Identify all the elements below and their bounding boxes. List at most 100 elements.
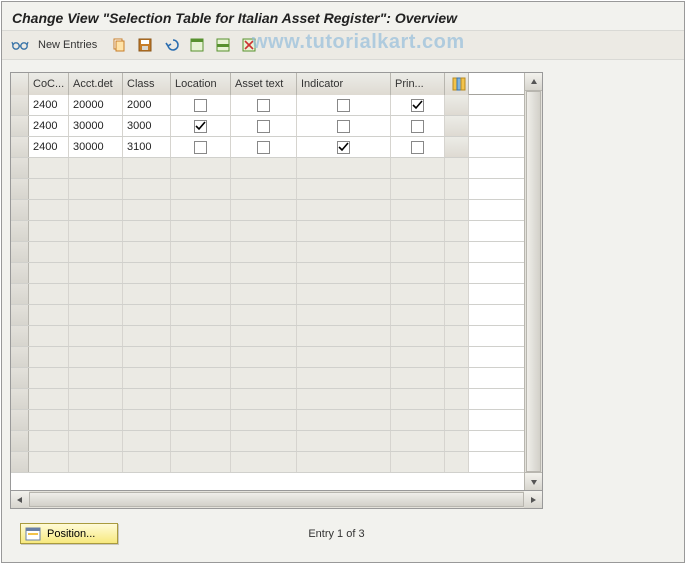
checkbox[interactable]	[257, 141, 270, 154]
table-row-empty	[11, 263, 524, 284]
table-row-empty	[11, 431, 524, 452]
copy-icon[interactable]	[109, 35, 129, 55]
toolbar: New Entries www.tutorialkart.com	[2, 30, 684, 60]
cell-coc[interactable]: 2400	[29, 95, 69, 115]
row-selector[interactable]	[11, 158, 29, 178]
checkbox[interactable]	[257, 99, 270, 112]
row-selector[interactable]	[11, 368, 29, 388]
select-all-icon[interactable]	[187, 35, 207, 55]
row-selector[interactable]	[11, 305, 29, 325]
cell-prin[interactable]	[391, 137, 445, 157]
scroll-right-icon[interactable]	[524, 491, 542, 508]
cell-class[interactable]: 2000	[123, 95, 171, 115]
cell-pad	[445, 137, 469, 157]
cell-indicator[interactable]	[297, 95, 391, 115]
watermark-text: www.tutorialkart.com	[252, 31, 465, 54]
row-selector[interactable]	[11, 452, 29, 472]
row-selector[interactable]	[11, 410, 29, 430]
col-header-location[interactable]: Location	[171, 73, 231, 95]
cell-pad	[445, 116, 469, 136]
row-selector[interactable]	[11, 284, 29, 304]
table-row-empty	[11, 179, 524, 200]
row-selector[interactable]	[11, 179, 29, 199]
row-selector[interactable]	[11, 263, 29, 283]
table-row-empty	[11, 200, 524, 221]
checkbox[interactable]	[411, 99, 424, 112]
cell-location[interactable]	[171, 137, 231, 157]
cell-coc[interactable]: 2400	[29, 116, 69, 136]
row-selector[interactable]	[11, 389, 29, 409]
row-selector[interactable]	[11, 326, 29, 346]
scroll-down-icon[interactable]	[525, 472, 542, 490]
table-row-empty	[11, 368, 524, 389]
row-selector[interactable]	[11, 221, 29, 241]
cell-indicator[interactable]	[297, 137, 391, 157]
cell-location[interactable]	[171, 116, 231, 136]
row-selector[interactable]	[11, 431, 29, 451]
table-row-empty	[11, 389, 524, 410]
configure-columns-icon[interactable]	[445, 73, 469, 95]
table-row-empty	[11, 242, 524, 263]
checkbox[interactable]	[411, 141, 424, 154]
table-header: CoC... Acct.det Class Location Asset tex…	[11, 73, 524, 95]
table-row: 2400 20000 2000	[11, 95, 524, 116]
data-table: CoC... Acct.det Class Location Asset tex…	[10, 72, 543, 491]
page-title: Change View "Selection Table for Italian…	[2, 2, 684, 30]
cell-acct[interactable]: 30000	[69, 116, 123, 136]
table-row-empty	[11, 284, 524, 305]
hscroll-thumb[interactable]	[29, 492, 524, 507]
checkbox[interactable]	[194, 141, 207, 154]
scroll-up-icon[interactable]	[525, 73, 542, 91]
cell-asset-text[interactable]	[231, 137, 297, 157]
cell-asset-text[interactable]	[231, 95, 297, 115]
cell-prin[interactable]	[391, 116, 445, 136]
cell-class[interactable]: 3000	[123, 116, 171, 136]
cell-prin[interactable]	[391, 95, 445, 115]
cell-pad	[445, 95, 469, 115]
row-selector[interactable]	[11, 137, 29, 157]
row-selector[interactable]	[11, 95, 29, 115]
vertical-scrollbar[interactable]	[524, 73, 542, 490]
checkbox[interactable]	[194, 120, 207, 133]
scroll-left-icon[interactable]	[11, 491, 29, 508]
cell-acct[interactable]: 30000	[69, 137, 123, 157]
cell-asset-text[interactable]	[231, 116, 297, 136]
col-header-indicator[interactable]: Indicator	[297, 73, 391, 95]
checkbox[interactable]	[257, 120, 270, 133]
cell-coc[interactable]: 2400	[29, 137, 69, 157]
col-header-asset-text[interactable]: Asset text	[231, 73, 297, 95]
row-selector[interactable]	[11, 242, 29, 262]
col-header-class[interactable]: Class	[123, 73, 171, 95]
cell-location[interactable]	[171, 95, 231, 115]
checkbox[interactable]	[194, 99, 207, 112]
row-selector[interactable]	[11, 200, 29, 220]
cell-class[interactable]: 3100	[123, 137, 171, 157]
new-entries-button[interactable]: New Entries	[36, 39, 103, 51]
col-header-acct[interactable]: Acct.det	[69, 73, 123, 95]
table-row-empty	[11, 158, 524, 179]
checkbox[interactable]	[337, 120, 350, 133]
checkbox[interactable]	[337, 141, 350, 154]
select-block-icon[interactable]	[213, 35, 233, 55]
table-row: 2400 30000 3100	[11, 137, 524, 158]
scroll-thumb[interactable]	[526, 91, 541, 472]
row-selector[interactable]	[11, 116, 29, 136]
col-header-coc[interactable]: CoC...	[29, 73, 69, 95]
cell-acct[interactable]: 20000	[69, 95, 123, 115]
position-icon	[25, 527, 41, 541]
row-selector-header[interactable]	[11, 73, 29, 95]
col-header-prin[interactable]: Prin...	[391, 73, 445, 95]
table-row-empty	[11, 326, 524, 347]
row-selector[interactable]	[11, 347, 29, 367]
save-icon[interactable]	[135, 35, 155, 55]
entry-count-text: Entry 1 of 3	[308, 528, 364, 540]
position-button[interactable]: Position...	[20, 523, 118, 544]
deselect-all-icon[interactable]	[239, 35, 259, 55]
glasses-icon[interactable]	[10, 35, 30, 55]
checkbox[interactable]	[411, 120, 424, 133]
horizontal-scrollbar[interactable]	[10, 491, 543, 509]
undo-icon[interactable]	[161, 35, 181, 55]
table-row-empty	[11, 305, 524, 326]
cell-indicator[interactable]	[297, 116, 391, 136]
checkbox[interactable]	[337, 99, 350, 112]
